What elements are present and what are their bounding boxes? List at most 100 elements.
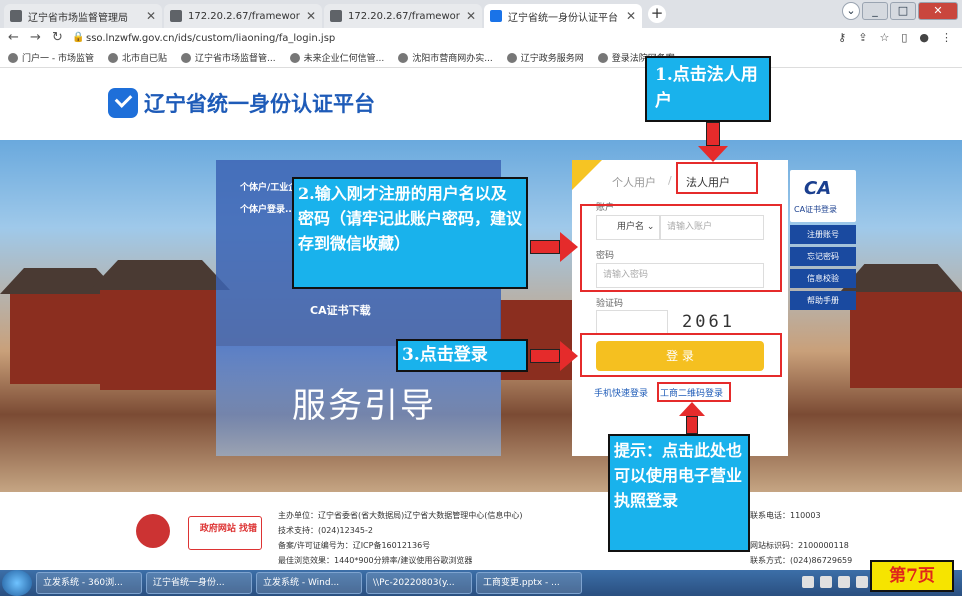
side-links: CA CA证书登录 注册账号 忘记密码 信息校验 帮助手册 xyxy=(790,170,856,310)
phone-login-link[interactable]: 手机快速登录 xyxy=(594,386,648,399)
palace-building xyxy=(850,292,962,388)
close-window-button[interactable]: ✕ xyxy=(918,2,958,20)
reload-icon[interactable]: ↻ xyxy=(52,30,63,45)
bookmark-item[interactable]: 门户一 - 市场监管 xyxy=(8,51,94,64)
step3-callout: 3.点击登录 xyxy=(396,339,528,372)
arrow-up-icon xyxy=(686,416,698,434)
palace-roof xyxy=(90,260,230,290)
profile-icon[interactable]: ● xyxy=(919,31,929,44)
taskbar-item[interactable]: 立发系统 - Wind... xyxy=(256,572,362,594)
tray-icon[interactable] xyxy=(802,576,814,588)
ca-logo-icon: CA xyxy=(804,178,832,199)
captcha-image[interactable]: 2061 xyxy=(682,312,735,332)
captcha-input[interactable] xyxy=(596,310,668,335)
help-manual-link[interactable]: 帮助手册 xyxy=(790,291,856,310)
palace-building xyxy=(10,294,110,384)
favicon-icon xyxy=(170,10,182,22)
browser-tab[interactable]: 172.20.2.67/framework/console ✕ xyxy=(324,4,482,28)
page-number-label: 第7页 xyxy=(870,560,954,592)
bookmark-item[interactable]: 未来企业仁何信管... xyxy=(289,51,384,64)
highlight-credentials xyxy=(580,204,782,292)
bookmark-icon xyxy=(107,52,118,63)
taskbar-item[interactable]: 辽宁省统一身份... xyxy=(146,572,252,594)
favicon-icon xyxy=(330,10,342,22)
arrowhead-right-icon xyxy=(560,232,578,262)
arrowhead-right-icon xyxy=(560,341,578,371)
browser-tab-active[interactable]: 辽宁省统一身份认证平台 ✕ xyxy=(484,4,642,28)
arrow-right-icon xyxy=(530,240,560,254)
share-icon[interactable]: ⇪ xyxy=(858,31,867,44)
highlight-login-button xyxy=(580,333,782,377)
bookmark-icon xyxy=(8,52,18,63)
bookmarks-bar: 门户一 - 市场监管 北市自已贴 辽宁省市场监督管... 未来企业仁何信管...… xyxy=(0,48,962,68)
bookmark-item[interactable]: 北市自已贴 xyxy=(107,51,167,64)
tray-icon[interactable] xyxy=(838,576,850,588)
maximize-button[interactable]: □ xyxy=(890,2,916,20)
police-badge-icon[interactable] xyxy=(136,514,170,548)
favicon-icon xyxy=(10,10,22,22)
tab-separator: / xyxy=(668,174,672,187)
system-tray xyxy=(802,576,868,588)
close-tab-icon[interactable]: ✕ xyxy=(306,9,316,23)
taskbar-item[interactable]: 工商变更.pptx - ... xyxy=(476,572,582,594)
service-guide-label: 服务引导 xyxy=(292,386,436,426)
key-icon[interactable]: ⚷ xyxy=(838,31,846,44)
bookmark-icon xyxy=(181,52,191,63)
sidepanel-icon[interactable]: ▯ xyxy=(901,31,907,44)
address-bar: ← → ↻ 🔒 sso.lnzwfw.gov.cn/ids/custom/lia… xyxy=(0,28,962,48)
tray-icon[interactable] xyxy=(820,576,832,588)
arrowhead-up-icon xyxy=(679,402,705,416)
site-footer: 政府网站 找错 主办单位：辽宁省委省(省大数据局)辽宁省大数据管理中心(信息中心… xyxy=(0,492,962,570)
gov-error-badge[interactable]: 政府网站 找错 xyxy=(188,516,262,550)
bookmark-icon xyxy=(506,52,517,63)
browser-tabbar: 辽宁省市场监督管理局 ✕ 172.20.2.67/framework/conso… xyxy=(0,0,962,28)
menu-icon[interactable]: ⋮ xyxy=(941,31,952,44)
url-field[interactable]: sso.lnzwfw.gov.cn/ids/custom/liaoning/fa… xyxy=(86,31,862,46)
arrow-right-icon xyxy=(530,349,560,363)
ca-login-button[interactable]: CA CA证书登录 xyxy=(790,170,856,222)
palace-roof xyxy=(840,264,962,292)
arrowhead-down-icon xyxy=(698,146,728,162)
browser-tab[interactable]: 辽宁省市场监督管理局 ✕ xyxy=(4,4,162,28)
highlight-qr-login xyxy=(657,382,731,402)
new-tab-button[interactable]: + xyxy=(648,5,666,23)
minimize-button[interactable]: _ xyxy=(862,2,888,20)
bookmark-icon xyxy=(597,52,608,63)
forgot-password-link[interactable]: 忘记密码 xyxy=(790,247,856,266)
step2-callout: 2.输入刚才注册的用户名以及密码（请牢记此账户密码，建议存到微信收藏） xyxy=(292,177,528,289)
tab-personal-user[interactable]: 个人用户 xyxy=(612,174,656,190)
forward-icon[interactable]: → xyxy=(30,30,41,45)
close-tab-icon[interactable]: ✕ xyxy=(626,9,636,23)
close-tab-icon[interactable]: ✕ xyxy=(466,9,476,23)
os-taskbar: 立发系统 - 360浏... 辽宁省统一身份... 立发系统 - Wind...… xyxy=(0,570,962,596)
start-button[interactable] xyxy=(2,570,32,596)
bookmark-icon xyxy=(398,52,409,63)
bookmark-item[interactable]: 沈阳市营商网办实... xyxy=(398,51,493,64)
highlight-legal-tab xyxy=(676,162,758,194)
site-logo[interactable]: 辽宁省统一身份认证平台 xyxy=(108,88,375,118)
arrow-down-icon xyxy=(706,122,720,146)
lock-icon[interactable]: 🔒 xyxy=(72,32,84,43)
step1-callout: 1.点击法人用户 xyxy=(645,56,771,122)
palace-building xyxy=(100,290,216,390)
favicon-icon xyxy=(490,10,502,22)
register-link[interactable]: 注册账号 xyxy=(790,225,856,244)
window-controls: ⌄ _ □ ✕ xyxy=(842,2,958,20)
close-tab-icon[interactable]: ✕ xyxy=(146,9,156,23)
star-icon[interactable]: ☆ xyxy=(879,31,889,44)
taskbar-item[interactable]: 立发系统 - 360浏... xyxy=(36,572,142,594)
site-header: 辽宁省统一身份认证平台 xyxy=(0,68,962,140)
site-title: 辽宁省统一身份认证平台 xyxy=(144,92,375,116)
verify-link[interactable]: 信息校验 xyxy=(790,269,856,288)
hint-callout: 提示：点击此处也可以使用电子营业执照登录 xyxy=(608,434,750,552)
bookmark-item[interactable]: 辽宁省市场监督管... xyxy=(181,51,276,64)
tray-icon[interactable] xyxy=(856,576,868,588)
captcha-label: 验证码 xyxy=(596,299,624,309)
ca-download-link[interactable]: CA证书下载 xyxy=(310,302,371,318)
browser-tab[interactable]: 172.20.2.67/framework/console ✕ xyxy=(164,4,322,28)
back-icon[interactable]: ← xyxy=(8,30,19,45)
bookmark-item[interactable]: 辽宁政务服务网 xyxy=(506,51,584,64)
browser-toolbar: ⚷ ⇪ ☆ ▯ ● ⋮ xyxy=(838,31,952,44)
taskbar-item[interactable]: \\Pc-20220803(y... xyxy=(366,572,472,594)
tab-search-icon[interactable]: ⌄ xyxy=(842,2,860,20)
